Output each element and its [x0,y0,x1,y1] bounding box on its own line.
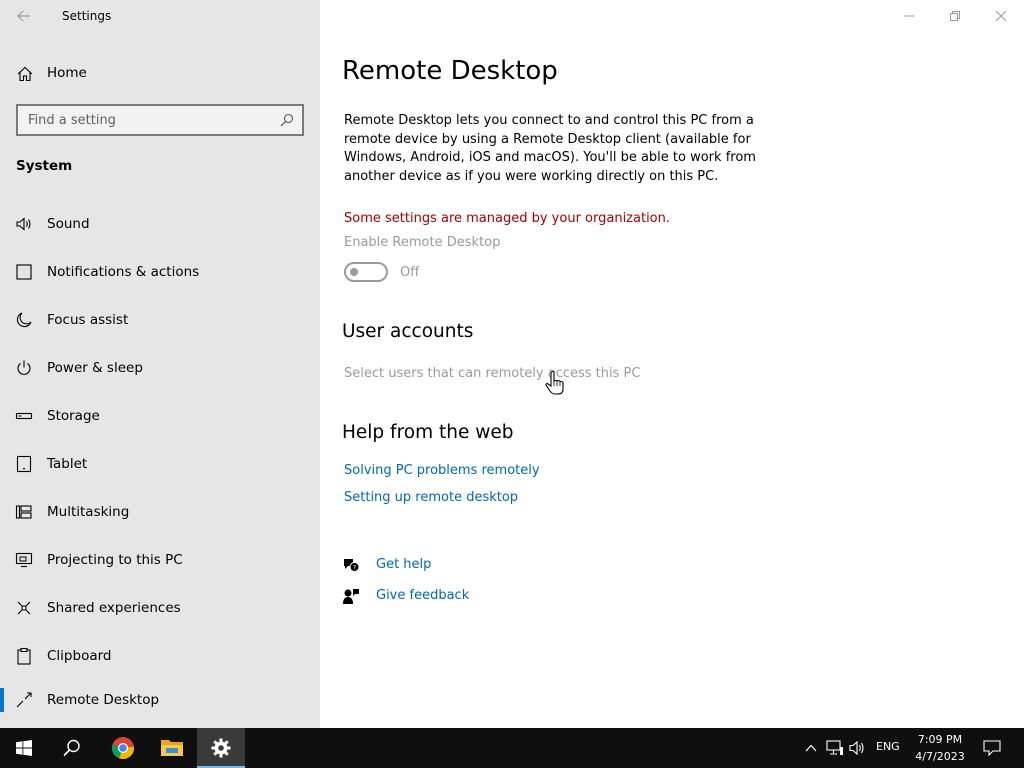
action-center-icon [983,740,1001,756]
sidebar-item-tablet[interactable]: Tablet [0,440,320,488]
sidebar-item-sound[interactable]: Sound [0,200,320,248]
show-hidden-icons-button[interactable] [801,738,821,758]
remote-desktop-icon [16,692,32,708]
network-tray-button[interactable] [825,738,845,758]
clock-date: 4/7/2023 [915,750,965,763]
toggle-state-label: Off [400,265,420,280]
search-icon[interactable] [280,113,294,127]
projecting-icon [15,552,33,568]
chrome-taskbar-button[interactable] [99,728,147,768]
close-button[interactable] [978,0,1024,32]
sidebar-item-projecting[interactable]: Projecting to this PC [0,536,320,584]
chrome-icon [111,737,135,760]
hand-cursor-icon [545,370,564,395]
clock-time: 7:09 PM [917,733,963,746]
app-title: Settings [62,9,112,23]
shared-icon [17,601,31,615]
clipboard-icon [17,647,31,665]
action-center-button[interactable] [982,738,1002,758]
search-box[interactable] [16,104,304,136]
sidebar-item-label: Shared experiences [47,600,181,616]
multitasking-icon [15,505,32,519]
sidebar: Settings Home System Sound Notifications… [0,0,320,728]
help-link-setting-up-remote-desktop[interactable]: Setting up remote desktop [344,490,518,505]
speaker-icon [16,217,31,231]
back-arrow-icon [17,10,30,22]
sidebar-item-label: Storage [47,408,100,424]
volume-icon [849,740,864,756]
start-icon [16,740,32,756]
back-button[interactable] [12,6,36,26]
get-help-link[interactable]: ? Get help [342,554,542,576]
minimize-button[interactable] [886,0,932,32]
restore-button[interactable] [932,0,978,32]
chevron-up-icon [805,744,817,752]
toggle-knob [350,268,358,276]
file-explorer-icon [161,740,183,756]
enable-remote-desktop-label: Enable Remote Desktop [344,235,501,250]
home-icon [17,66,33,82]
input-language[interactable]: ENG [876,740,900,753]
give-feedback-label: Give feedback [376,588,470,603]
give-feedback-link[interactable]: Give feedback [342,585,542,607]
power-icon [17,360,31,375]
clock[interactable]: 7:09 PM 4/7/2023 [910,731,970,765]
settings-icon [211,738,231,758]
taskbar: ENG 7:09 PM 4/7/2023 [0,728,1024,768]
help-link-solving-pc-problems[interactable]: Solving PC problems remotely [344,463,540,478]
nav-list: Sound Notifications & actions Focus assi… [0,200,320,728]
sidebar-item-label: Notifications & actions [47,264,200,280]
home-label: Home [47,65,87,81]
search-icon [63,739,80,757]
storage-icon [15,412,33,420]
get-help-icon: ? [344,559,360,572]
settings-taskbar-button[interactable] [197,728,245,768]
moon-icon [16,312,32,328]
sidebar-item-label: Power & sleep [47,360,143,376]
section-title: System [16,158,73,174]
close-icon [996,11,1006,21]
remote-desktop-toggle[interactable] [344,262,388,282]
title-bar: Settings [0,0,320,32]
taskbar-search-button[interactable] [48,728,96,768]
sidebar-item-label: Tablet [47,456,88,472]
sidebar-item-label: Multitasking [47,504,130,520]
sidebar-item-clipboard[interactable]: Clipboard [0,632,320,680]
svg-text:?: ? [353,563,356,571]
sidebar-item-label: Clipboard [47,648,112,664]
page-title: Remote Desktop [342,56,558,86]
feedback-icon [343,589,359,604]
notification-icon [16,264,32,280]
file-explorer-taskbar-button[interactable] [148,728,196,768]
network-icon [826,740,843,755]
start-button[interactable] [0,728,48,768]
help-from-web-heading: Help from the web [342,422,514,443]
get-help-label: Get help [376,557,432,572]
sidebar-item-power-sleep[interactable]: Power & sleep [0,344,320,392]
search-input[interactable] [18,106,302,134]
sidebar-item-multitasking[interactable]: Multitasking [0,488,320,536]
sidebar-item-label: Projecting to this PC [47,552,183,568]
sidebar-item-focus-assist[interactable]: Focus assist [0,296,320,344]
user-accounts-heading: User accounts [342,321,474,342]
sidebar-item-storage[interactable]: Storage [0,392,320,440]
sidebar-item-shared-experiences[interactable]: Shared experiences [0,584,320,632]
sidebar-item-label: Focus assist [47,312,129,328]
volume-tray-button[interactable] [848,738,868,758]
minimize-icon [904,15,914,17]
sidebar-item-label: Sound [47,216,90,232]
sidebar-item-notifications[interactable]: Notifications & actions [0,248,320,296]
tablet-icon [16,455,32,473]
sidebar-item-remote-desktop[interactable]: Remote Desktop [0,680,320,728]
restore-icon [950,11,960,21]
select-users-link[interactable]: Select users that can remotely access th… [344,366,640,381]
page-description: Remote Desktop lets you connect to and c… [344,113,756,184]
sidebar-item-label: Remote Desktop [47,692,160,708]
managed-notice: Some settings are managed by your organi… [344,211,671,226]
home-nav-item[interactable]: Home [0,56,320,90]
